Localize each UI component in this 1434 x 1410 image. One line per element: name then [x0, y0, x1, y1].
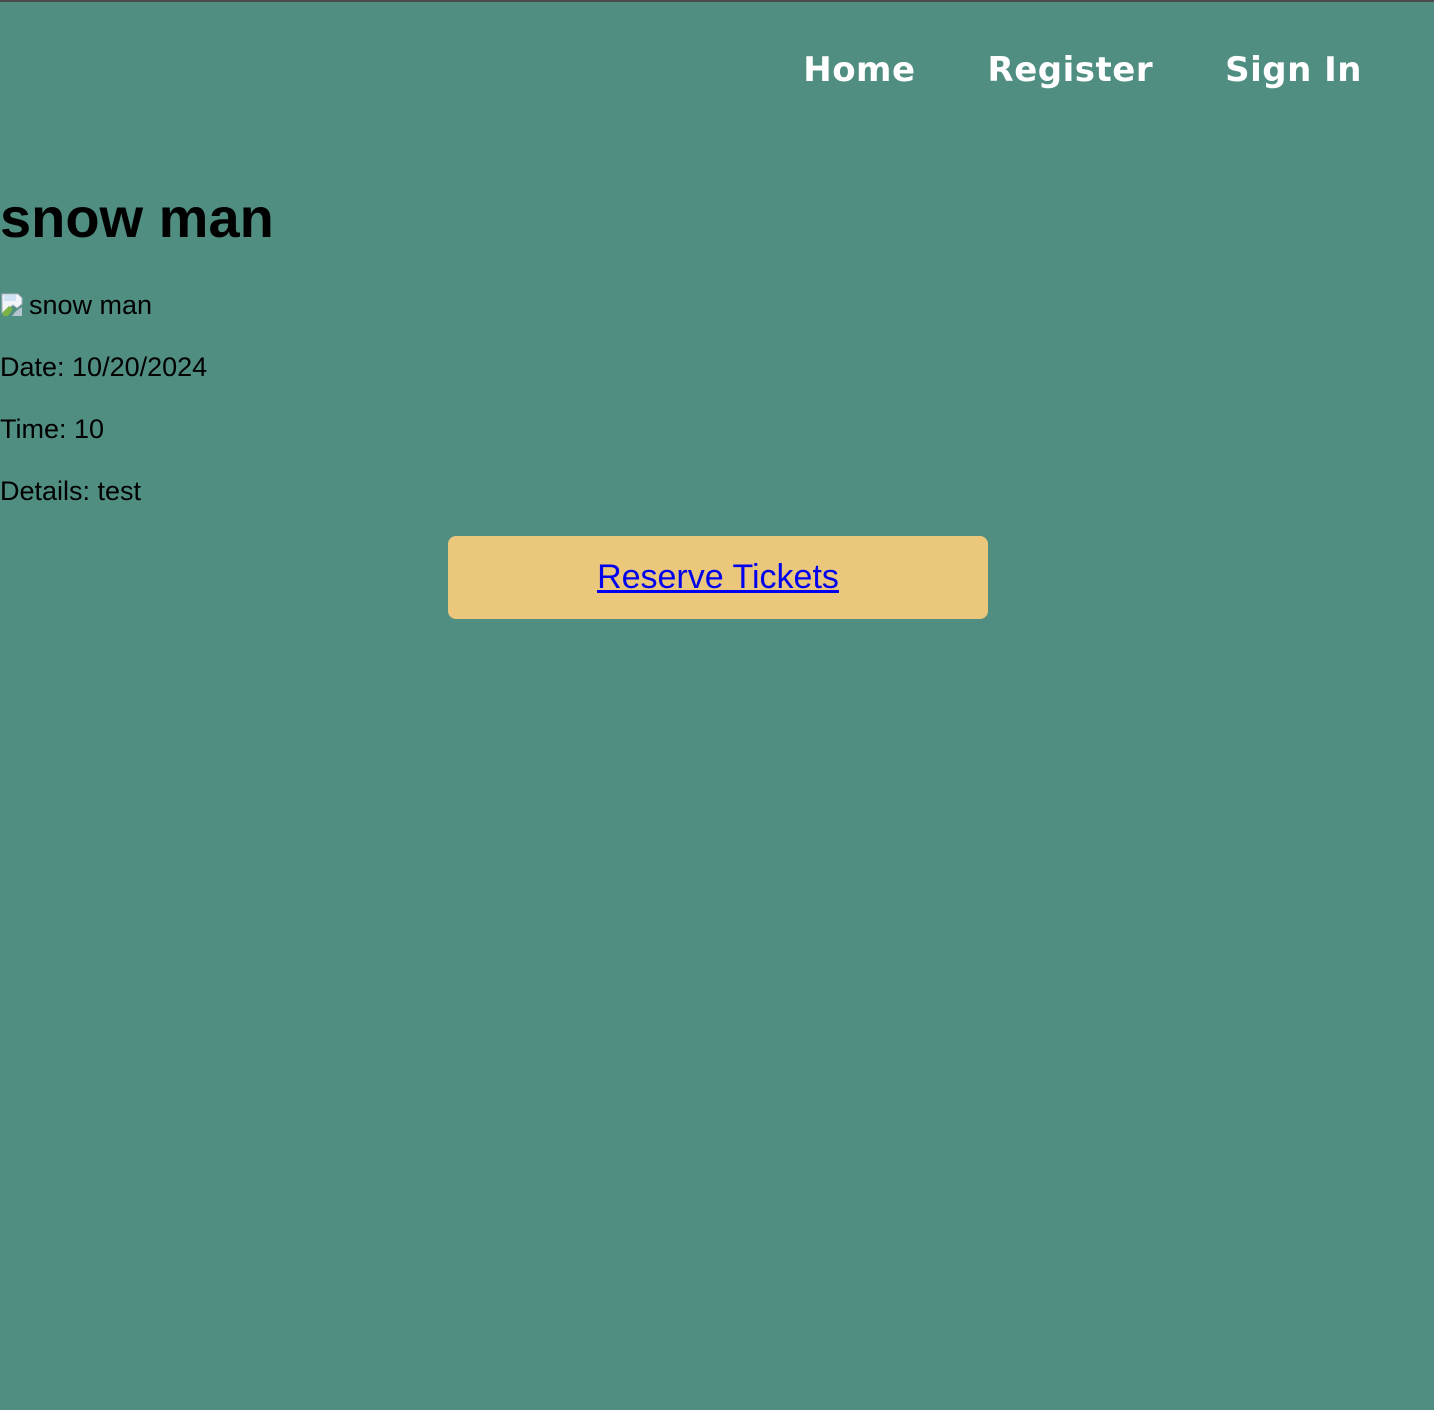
nav-register-link[interactable]: Register [988, 46, 1154, 94]
reserve-tickets-button[interactable]: Reserve Tickets [448, 536, 988, 619]
image-alt-text: snow man [29, 289, 153, 320]
event-time: Time: 10 [0, 414, 105, 444]
event-date: Date: 10/20/2024 [0, 352, 208, 382]
top-border [0, 0, 1434, 2]
main-nav: Home Register Sign In [803, 46, 1362, 94]
event-details: Details: test [0, 476, 142, 506]
nav-home-link[interactable]: Home [803, 46, 915, 94]
nav-sign-in-link[interactable]: Sign In [1225, 46, 1362, 94]
reserve-tickets-link[interactable]: Reserve Tickets [597, 558, 839, 597]
event-image: snow man [0, 289, 152, 321]
event-title: snow man [0, 186, 274, 249]
broken-image-icon [0, 291, 28, 319]
